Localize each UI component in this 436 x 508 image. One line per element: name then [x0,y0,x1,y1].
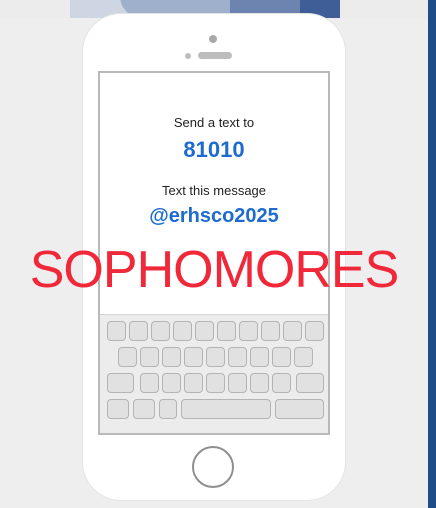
keyboard-key [107,321,126,341]
keyboard-key [133,399,155,419]
keyboard-key [206,347,225,367]
keyboard-key [250,373,269,393]
keyboard-key [184,347,203,367]
keyboard-key [107,399,129,419]
keyboard-key [272,347,291,367]
keyboard-key [129,321,148,341]
keyboard-key [261,321,280,341]
keyboard-key [151,321,170,341]
keyboard-key [228,373,247,393]
right-edge-bar [428,0,436,508]
message-label: Text this message [161,183,267,198]
keyboard-key [228,347,247,367]
speaker-icon [198,52,232,59]
camera-icon [209,35,217,43]
keyboard-space-key [181,399,271,419]
keyboard-key [283,321,302,341]
overlay-title: SOPHOMORES [29,241,400,299]
shortcode-number: 81010 [183,137,245,162]
keyboard-key [118,347,137,367]
keyboard-key [140,373,159,393]
keyboard-key [162,373,181,393]
sensor-icon [185,53,191,59]
keyboard-key [140,347,159,367]
keyboard-key [159,399,177,419]
keyboard-key [195,321,214,341]
keyboard-backspace-key [296,373,324,393]
keyboard-illustration [100,314,328,433]
keyboard-shift-key [107,373,134,393]
keyboard-key [272,373,291,393]
send-text-label: Send a text to [173,115,255,130]
keyboard-key [162,347,181,367]
home-button-icon [192,446,234,488]
message-code: @erhsco2025 [149,205,279,227]
keyboard-key [217,321,236,341]
keyboard-key [250,347,269,367]
keyboard-key [305,321,324,341]
keyboard-return-key [275,399,324,419]
keyboard-key [173,321,192,341]
keyboard-key [294,347,313,367]
keyboard-key [239,321,258,341]
keyboard-key [184,373,203,393]
keyboard-key [206,373,225,393]
